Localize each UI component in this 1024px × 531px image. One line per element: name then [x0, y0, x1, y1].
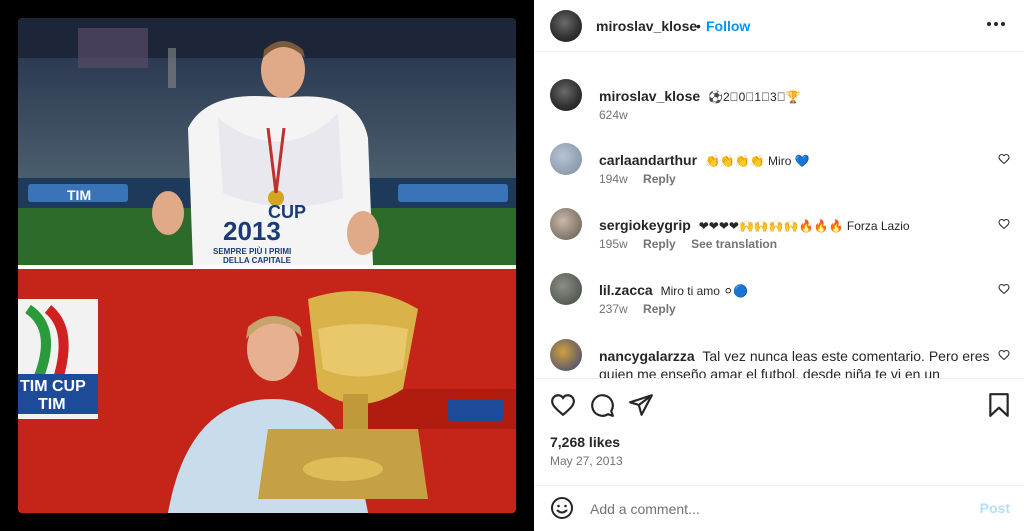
comment-input[interactable] — [590, 498, 950, 520]
comment-username[interactable]: carlaandarthur — [599, 152, 697, 168]
share-icon[interactable] — [628, 392, 654, 418]
comment-avatar[interactable] — [550, 143, 582, 175]
reply-button[interactable]: Reply — [643, 302, 676, 316]
photo-top-panel: TIM CUP 2013 SEMPRE PIÙ I PRIMI DELLA CA… — [18, 18, 516, 265]
comment-time[interactable]: 195w — [599, 237, 628, 251]
comment-time[interactable]: 194w — [599, 172, 628, 186]
media-pane: TIM CUP 2013 SEMPRE PIÙ I PRIMI DELLA CA… — [0, 0, 534, 531]
comment-meta: 194w Reply — [599, 172, 688, 186]
comments-list[interactable]: miroslav_klose ⚽2⃣0⃣1⃣3⃣🏆 624w carlaanda… — [534, 53, 1024, 379]
bottom-brand-text: TIM — [38, 396, 66, 413]
comment-username[interactable]: nancygalarzza — [599, 348, 695, 364]
likes-count[interactable]: 7,268 likes — [550, 434, 620, 450]
post-side-pane: miroslav_klose • Follow miroslav_klose ⚽… — [534, 0, 1024, 531]
bookmark-icon[interactable] — [986, 392, 1012, 418]
comment-avatar[interactable] — [550, 208, 582, 240]
comment-time[interactable]: 237w — [599, 302, 628, 316]
comment-text: ❤❤❤❤🙌🙌🙌🙌🔥🔥🔥 Forza Lazio — [698, 219, 910, 233]
smile-icon[interactable] — [550, 496, 574, 520]
more-icon[interactable] — [984, 12, 1008, 36]
see-translation-button[interactable]: See translation — [691, 237, 777, 251]
post-date[interactable]: May 27, 2013 — [550, 454, 623, 468]
heart-icon[interactable] — [998, 349, 1010, 361]
comment-avatar[interactable] — [550, 339, 582, 371]
comment-text: 👏👏👏👏 Miro 💙 — [704, 154, 810, 168]
caption-avatar[interactable] — [550, 79, 582, 111]
add-comment-bar: Post — [534, 485, 1024, 531]
photo-bottom-panel: TIM CUP TIM — [18, 269, 516, 513]
follow-button[interactable]: Follow — [706, 18, 750, 34]
comment-body: sergiokeygrip ❤❤❤❤🙌🙌🙌🙌🔥🔥🔥 Forza Lazio — [599, 216, 994, 235]
author-username[interactable]: miroslav_klose — [596, 18, 697, 34]
heart-icon[interactable] — [998, 218, 1010, 230]
caption-body: miroslav_klose ⚽2⃣0⃣1⃣3⃣🏆 — [599, 87, 994, 106]
comment-text: Miro ti amo ⚪🔵 — [660, 284, 749, 298]
caption-text: ⚽2⃣0⃣1⃣3⃣🏆 — [708, 90, 801, 104]
header-separator-dot: • — [696, 18, 701, 34]
heart-icon[interactable] — [998, 283, 1010, 295]
caption-meta: 624w — [599, 108, 640, 122]
post-photo[interactable]: TIM CUP 2013 SEMPRE PIÙ I PRIMI DELLA CA… — [18, 18, 516, 513]
banner-text: TIM — [67, 187, 91, 203]
post-button[interactable]: Post — [980, 500, 1010, 516]
author-avatar[interactable] — [550, 10, 582, 42]
post-actions — [534, 386, 1024, 426]
comment-meta: 237w Reply — [599, 302, 688, 316]
heart-icon[interactable] — [998, 153, 1010, 165]
comment-username[interactable]: lil.zacca — [599, 282, 653, 298]
reply-button[interactable]: Reply — [643, 237, 676, 251]
stadium-scene: TIM CUP 2013 SEMPRE PIÙ I PRIMI DELLA CA… — [18, 18, 516, 265]
shirt-slogan-1: SEMPRE PIÙ I PRIMI — [213, 247, 291, 256]
caption-username[interactable]: miroslav_klose — [599, 88, 700, 104]
comment-body: carlaandarthur 👏👏👏👏 Miro 💙 — [599, 151, 994, 170]
shirt-slogan-2: DELLA CAPITALE — [223, 256, 292, 265]
comment-body: nancygalarzza Tal vez nunca leas este co… — [599, 347, 994, 378]
heart-icon[interactable] — [550, 392, 576, 418]
caption-time[interactable]: 624w — [599, 108, 628, 122]
reply-button[interactable]: Reply — [643, 172, 676, 186]
bottom-banner-text: TIM CUP — [20, 378, 86, 395]
trophy-scene: TIM CUP TIM — [18, 269, 516, 513]
comment-username[interactable]: sergiokeygrip — [599, 217, 691, 233]
comment-icon[interactable] — [589, 392, 615, 418]
post-header: miroslav_klose • Follow — [534, 0, 1024, 52]
comment-avatar[interactable] — [550, 273, 582, 305]
comment-meta: 195w Reply See translation — [599, 237, 789, 251]
shirt-year-text: 2013 — [223, 216, 281, 246]
comment-body: lil.zacca Miro ti amo ⚪🔵 — [599, 281, 994, 300]
